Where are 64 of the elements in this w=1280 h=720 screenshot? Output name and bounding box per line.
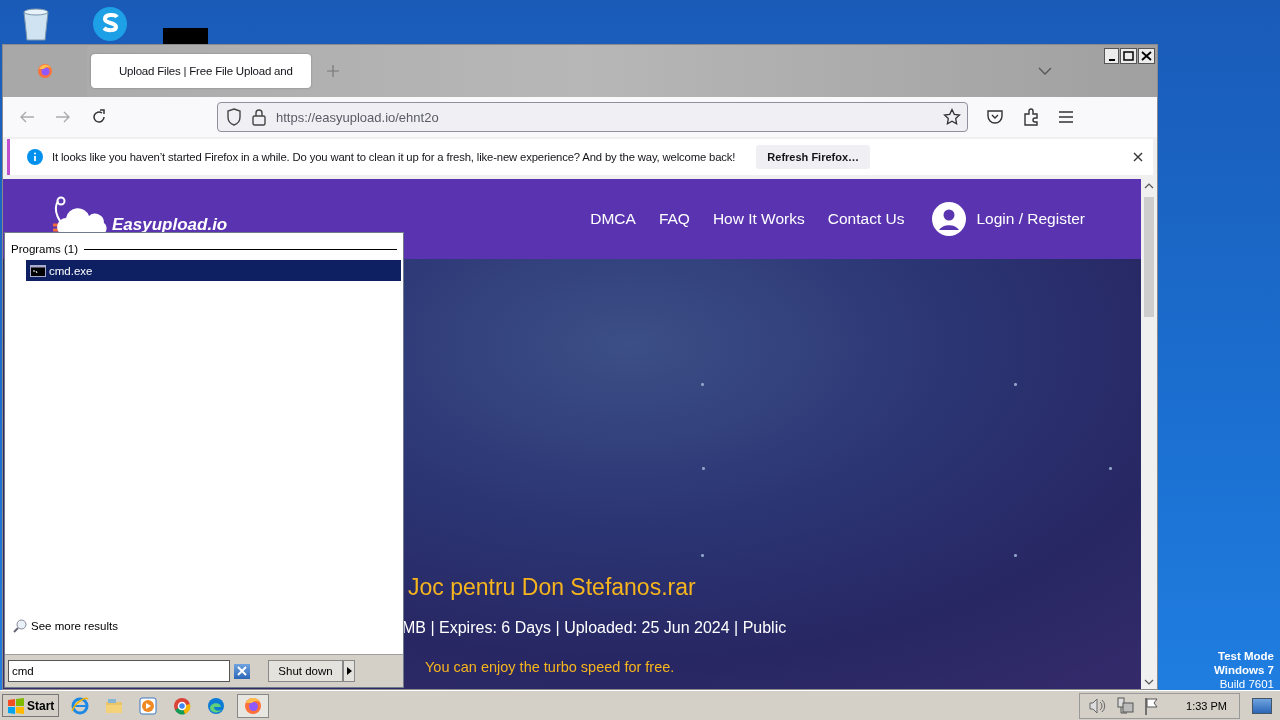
address-bar[interactable]: https://easyupload.io/ehnt2o: [217, 102, 968, 132]
url-text: https://easyupload.io/ehnt2o: [276, 109, 439, 125]
search-field[interactable]: cmd: [8, 660, 230, 682]
file-name: Joc pentru Don Stefanos.rar: [408, 574, 696, 601]
maximize-button[interactable]: [1120, 48, 1137, 64]
skype-icon[interactable]: [90, 6, 130, 42]
shield-icon[interactable]: [226, 108, 242, 126]
pocket-icon[interactable]: [986, 109, 1004, 125]
nav-link[interactable]: How It Works: [712, 210, 805, 228]
desktop-text: Build 7601: [1218, 677, 1274, 691]
network-icon[interactable]: [1116, 696, 1135, 715]
console-icon: [30, 264, 46, 277]
section-heading: Programs (1): [11, 243, 79, 255]
close-icon: [1140, 50, 1153, 62]
scroll-up-icon[interactable]: [1144, 183, 1154, 189]
chevron-down-icon[interactable]: [1038, 67, 1052, 75]
windows-logo-icon: [7, 697, 25, 714]
nav-link[interactable]: Contact Us: [827, 210, 905, 228]
logo-text[interactable]: Easyupload.io: [112, 215, 228, 235]
lock-icon[interactable]: [252, 108, 266, 126]
taskbar-button[interactable]: [237, 693, 270, 718]
tab-title: Upload Files | Free File Upload and: [119, 65, 293, 77]
firefox-icon: [37, 63, 53, 79]
see-more-results-link[interactable]: See more results: [13, 619, 401, 633]
minimize-icon: [1108, 59, 1115, 61]
shut-down-options-button[interactable]: [343, 660, 355, 682]
clock[interactable]: 1:33 PM: [1186, 699, 1227, 712]
minimize-button[interactable]: [1104, 48, 1119, 64]
desktop-text: Windows 7: [1214, 663, 1274, 677]
notification-text: It looks like you haven’t started Firefox in a while. Do you want to clean it up for a fresh, like-new experience? And by the way, welcome back!: [52, 151, 736, 163]
promo-text: You can enjoy the turbo speed for free.: [425, 659, 675, 675]
refresh-firefox-button[interactable]: Refresh Firefox…: [756, 145, 871, 169]
triangle-right-icon: [346, 667, 352, 675]
maximize-icon: [1122, 50, 1135, 62]
edge-icon: [206, 695, 227, 716]
scroll-down-icon[interactable]: [1144, 679, 1154, 685]
clear-search-button[interactable]: [234, 663, 250, 679]
info-icon: [27, 149, 43, 165]
menu-icon[interactable]: [1058, 110, 1074, 124]
user-avatar-icon: [932, 202, 967, 236]
search-icon: [13, 619, 27, 633]
flag-icon[interactable]: [1144, 696, 1161, 715]
speaker-icon[interactable]: [1088, 697, 1107, 714]
star-icon[interactable]: [943, 108, 961, 126]
media-player-icon: [138, 695, 159, 716]
shut-down-button[interactable]: Shut down: [268, 660, 343, 682]
nav-link[interactable]: DMCA: [590, 210, 636, 228]
close-button[interactable]: [1138, 48, 1155, 64]
start-button[interactable]: Start: [2, 694, 60, 717]
puzzle-icon[interactable]: [1022, 108, 1040, 126]
show-desktop-button[interactable]: [1252, 697, 1272, 714]
chrome-icon: [172, 695, 193, 716]
firefox-icon: [243, 695, 264, 716]
close-icon: [237, 666, 247, 676]
internet-explorer-icon: [70, 695, 91, 716]
browser-tab[interactable]: Upload Files | Free File Upload and: [91, 54, 311, 88]
reload-icon[interactable]: [91, 109, 107, 125]
scrollbar-thumb[interactable]: [1144, 197, 1154, 317]
redacted-block: [163, 28, 208, 44]
login-link[interactable]: Login / Register: [932, 202, 1085, 236]
close-icon[interactable]: [1133, 152, 1143, 162]
nav-link[interactable]: FAQ: [658, 210, 690, 228]
search-result[interactable]: cmd.exe: [26, 260, 401, 281]
desktop-text: Test Mode: [1217, 649, 1274, 663]
